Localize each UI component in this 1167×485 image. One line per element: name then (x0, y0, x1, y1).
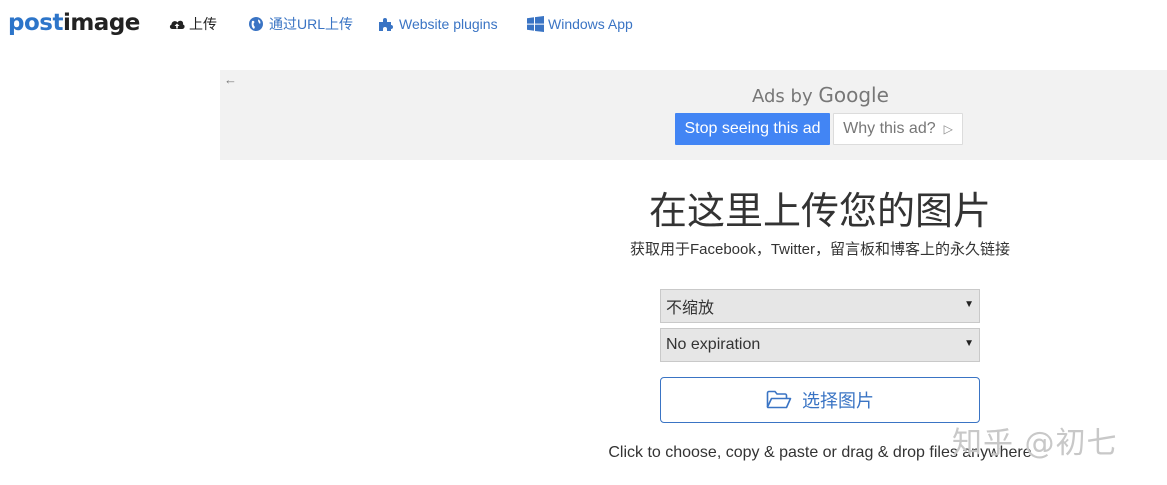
caret-down-icon: ▼ (964, 338, 974, 349)
ad-choices-icon: ▷ (943, 122, 953, 136)
folder-open-icon (766, 390, 792, 409)
puzzle-icon (378, 16, 394, 32)
cloud-upload-icon (168, 16, 185, 32)
expiration-select[interactable]: No expiration ▼ (660, 328, 980, 362)
nav-upload-link[interactable]: 上传 (168, 13, 217, 35)
stop-seeing-ad-button[interactable]: Stop seeing this ad (675, 113, 830, 145)
caret-down-icon: ▼ (964, 299, 974, 310)
google-label: Google (818, 83, 889, 107)
resize-select[interactable]: 不缩放 ▼ (660, 289, 980, 323)
expiration-select-value: No expiration (666, 336, 761, 353)
logo-image: image (62, 10, 140, 36)
top-nav: postimage 上传 通过URL上传 Website plugins Win… (0, 0, 1167, 48)
page-title: 在这里上传您的图片 (648, 189, 991, 233)
watermark: 知乎 @初七 (952, 426, 1118, 461)
nav-plugins-label: Website plugins (399, 16, 498, 32)
nav-windows-label: Windows App (548, 16, 633, 32)
nav-upload-label: 上传 (189, 16, 217, 32)
nav-url-upload-label: 通过URL上传 (269, 16, 354, 32)
nav-url-upload-link[interactable]: 通过URL上传 (248, 13, 353, 35)
why-this-ad-label: Why this ad? (843, 120, 936, 137)
ad-banner: ← Ads by Google Stop seeing this ad Why … (220, 70, 1167, 160)
ads-by-label: Ads by (752, 86, 813, 107)
why-this-ad-button[interactable]: Why this ad? ▷ (833, 113, 963, 145)
back-arrow-icon[interactable]: ← (224, 72, 237, 87)
nav-plugins-link[interactable]: Website plugins (378, 13, 498, 35)
ads-by-google: Ads by Google (752, 83, 889, 107)
choose-images-label: 选择图片 (802, 391, 874, 411)
choose-images-button[interactable]: 选择图片 (660, 377, 980, 423)
logo[interactable]: postimage (8, 8, 140, 38)
globe-icon (248, 16, 264, 32)
resize-select-value: 不缩放 (666, 300, 715, 317)
nav-windows-link[interactable]: Windows App (527, 13, 633, 35)
windows-icon (527, 16, 544, 32)
logo-post: post (8, 10, 63, 36)
page-subtitle: 获取用于Facebook，Twitter，留言板和博客上的永久链接 (629, 241, 1011, 258)
